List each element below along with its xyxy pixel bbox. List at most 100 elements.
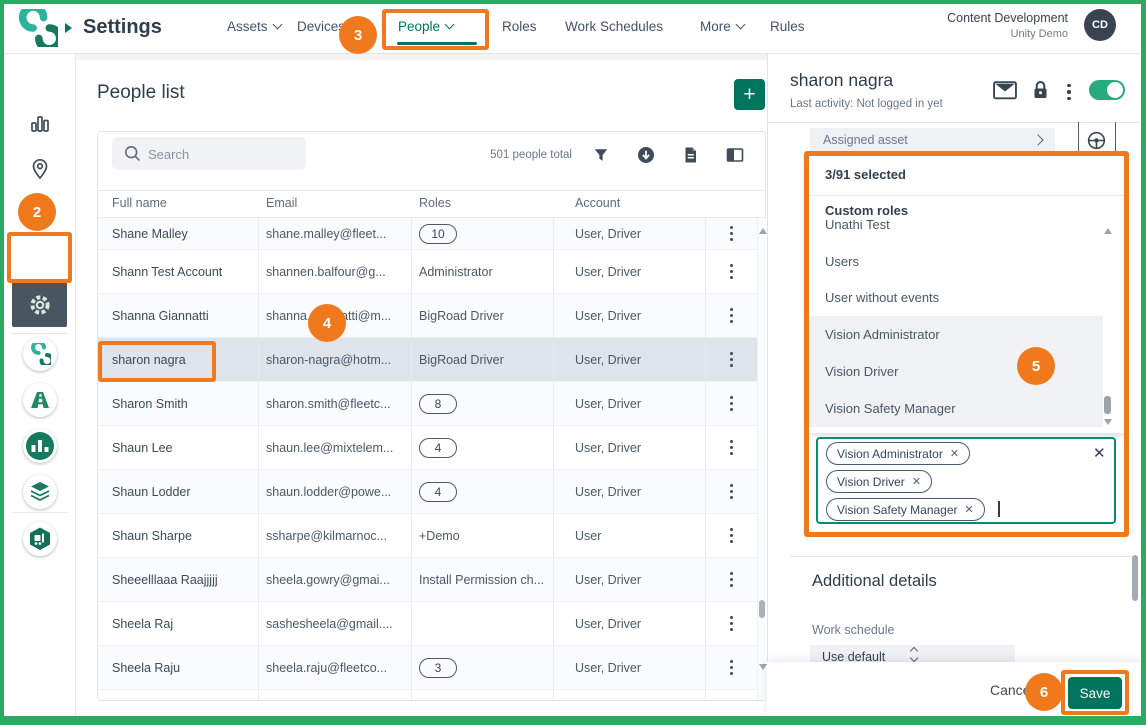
- sidebar-item-app-forklift[interactable]: [4, 522, 75, 556]
- remove-chip-icon[interactable]: [950, 447, 959, 460]
- tab-roles[interactable]: Roles: [502, 19, 537, 34]
- dropdown-scroll-down-icon[interactable]: [1104, 419, 1112, 425]
- panel-scrollbar-thumb[interactable]: [1132, 555, 1138, 601]
- bar-chart-icon: [28, 112, 52, 136]
- chevron-down-icon: [445, 20, 455, 30]
- remove-chip-icon[interactable]: [912, 475, 921, 488]
- role-chip[interactable]: Vision Safety Manager: [826, 498, 985, 521]
- sidebar-item-app-road[interactable]: [4, 383, 75, 417]
- save-button[interactable]: Save: [1068, 677, 1122, 709]
- person-active-toggle[interactable]: [1089, 80, 1125, 100]
- cell-email: sheela.gowry@gmai...: [258, 573, 411, 587]
- table-row[interactable]: Sheela Raj sashesheela@gmail.... User, D…: [98, 602, 757, 646]
- table-row[interactable]: Shann Test Account shannen.balfour@g... …: [98, 250, 757, 294]
- table-row[interactable]: Shaun Lodder shaun.lodder@powe... 4 User…: [98, 470, 757, 514]
- row-menu-kebab-icon[interactable]: [705, 527, 757, 544]
- table-row[interactable]: Sheeelllaaa Raajjjjj sheela.gowry@gmai..…: [98, 558, 757, 602]
- table-row[interactable]: Shaun Sharpe ssharpe@kilmarnoc... +Demo …: [98, 514, 757, 558]
- row-menu-kebab-icon[interactable]: [705, 395, 757, 412]
- table-row[interactable]: Sharon Smith sharon.smith@fleetc... 8 Us…: [98, 382, 757, 426]
- role-chip[interactable]: Vision Driver: [826, 470, 932, 493]
- custom-role-option[interactable]: User without events: [809, 280, 1103, 317]
- row-menu-kebab-icon[interactable]: [705, 263, 757, 280]
- scroll-up-icon[interactable]: [759, 228, 767, 234]
- person-menu-kebab-icon[interactable]: [1067, 82, 1071, 102]
- tab-rules[interactable]: Rules: [770, 19, 805, 34]
- row-menu-kebab-icon[interactable]: [705, 483, 757, 500]
- cell-roles: 3: [411, 658, 553, 678]
- dropdown-scrollbar-thumb[interactable]: [1104, 396, 1111, 414]
- column-header-email[interactable]: Email: [266, 196, 297, 210]
- column-header-roles[interactable]: Roles: [419, 196, 451, 210]
- roles-chips-input[interactable]: Vision Administrator Vision Driver Visio…: [816, 437, 1116, 524]
- sidebar-item-app-podium[interactable]: [4, 429, 75, 463]
- envelope-icon[interactable]: [993, 81, 1017, 100]
- custom-role-option[interactable]: Unathi Test: [809, 220, 1103, 243]
- clear-roles-icon[interactable]: [1093, 444, 1106, 462]
- tab-work-schedules[interactable]: Work Schedules: [565, 19, 663, 34]
- row-menu-kebab-icon[interactable]: [705, 307, 757, 324]
- table-row[interactable]: Sheela Raju sheela.raju@fleetco... 3 Use…: [98, 646, 757, 690]
- tab-more[interactable]: More: [700, 19, 744, 34]
- search-field[interactable]: [112, 137, 306, 170]
- scroll-down-icon[interactable]: [759, 664, 767, 670]
- lock-icon[interactable]: [1031, 79, 1050, 101]
- filter-button[interactable]: [593, 147, 609, 168]
- custom-role-option[interactable]: Vision Safety Manager: [809, 390, 1103, 427]
- custom-role-option[interactable]: Users: [809, 243, 1103, 280]
- sidebar-item-dashboard[interactable]: [4, 112, 75, 136]
- sidebar-expand-caret-icon[interactable]: [65, 23, 72, 33]
- row-menu-kebab-icon[interactable]: [705, 615, 757, 632]
- annotation-step-5: 5: [1017, 347, 1055, 385]
- cell-roles: BigRoad Driver: [411, 309, 553, 323]
- avatar[interactable]: CD: [1084, 9, 1116, 41]
- cell-full-name: Shane Malley: [98, 227, 258, 241]
- dropdown-scroll-up-icon[interactable]: [1104, 228, 1112, 234]
- sidebar-item-app-logo[interactable]: [4, 337, 75, 371]
- sidebar: ?: [4, 53, 76, 716]
- custom-role-option[interactable]: Vision Driver: [809, 353, 1103, 390]
- row-menu-kebab-icon[interactable]: [705, 351, 757, 368]
- cell-full-name: Sheela Raju: [98, 661, 258, 675]
- cell-email: sharon.smith@fleetc...: [258, 397, 411, 411]
- search-input[interactable]: [146, 137, 300, 172]
- role-chip[interactable]: Vision Administrator: [826, 442, 970, 465]
- sidebar-item-locations[interactable]: [4, 157, 75, 181]
- row-menu-kebab-icon[interactable]: [705, 439, 757, 456]
- cell-roles: Install Permission ch...: [411, 573, 553, 587]
- cell-email: shaun.lee@mixtelem...: [258, 441, 411, 455]
- table-scrollbar[interactable]: [757, 218, 766, 700]
- cell-full-name: Shaun Lodder: [98, 485, 258, 499]
- assigned-asset-row[interactable]: Assigned asset: [810, 128, 1055, 152]
- table-scrollbar-thumb[interactable]: [759, 600, 765, 618]
- custom-role-option[interactable]: Vision Administrator: [809, 316, 1103, 353]
- import-button[interactable]: [637, 146, 655, 169]
- cell-full-name: Shann Test Account: [98, 265, 258, 279]
- sidebar-item-settings[interactable]: [12, 282, 67, 327]
- cell-full-name: Sheela Raj: [98, 617, 258, 631]
- tab-people[interactable]: People: [398, 19, 453, 34]
- column-header-fullname[interactable]: Full name: [112, 196, 167, 210]
- table-row[interactable]: Shane Malley shane.malley@fleet... 10 Us…: [98, 218, 757, 250]
- custom-roles-list: Unathi Test Users User without events Vi…: [809, 220, 1103, 433]
- column-header-account[interactable]: Account: [575, 196, 620, 210]
- table-row[interactable]: Shaun Lee shaun.lee@mixtelem... 4 User, …: [98, 426, 757, 470]
- row-menu-kebab-icon[interactable]: [705, 225, 757, 242]
- app-forklift-circle-icon: [23, 522, 57, 556]
- export-button[interactable]: [682, 146, 699, 169]
- sidebar-item-app-layers[interactable]: [4, 475, 75, 509]
- table-row[interactable]: sharon nagra sharon-nagra@hotm... BigRoa…: [98, 338, 757, 382]
- tab-assets[interactable]: Assets: [227, 19, 281, 34]
- chevron-down-icon: [272, 20, 282, 30]
- brand-logo-icon[interactable]: [14, 9, 58, 47]
- cell-email: sheela.raju@fleetco...: [258, 661, 411, 675]
- filter-funnel-icon: [593, 147, 609, 163]
- row-menu-kebab-icon[interactable]: [705, 571, 757, 588]
- remove-chip-icon[interactable]: [965, 503, 974, 516]
- steering-wheel-icon[interactable]: [1086, 130, 1107, 151]
- cell-roles: Administrator: [411, 265, 553, 279]
- table-row[interactable]: Shanna Giannatti shanna.giannatti@m... B…: [98, 294, 757, 338]
- row-menu-kebab-icon[interactable]: [705, 659, 757, 676]
- add-person-button[interactable]: +: [734, 79, 765, 110]
- columns-button[interactable]: [726, 147, 744, 168]
